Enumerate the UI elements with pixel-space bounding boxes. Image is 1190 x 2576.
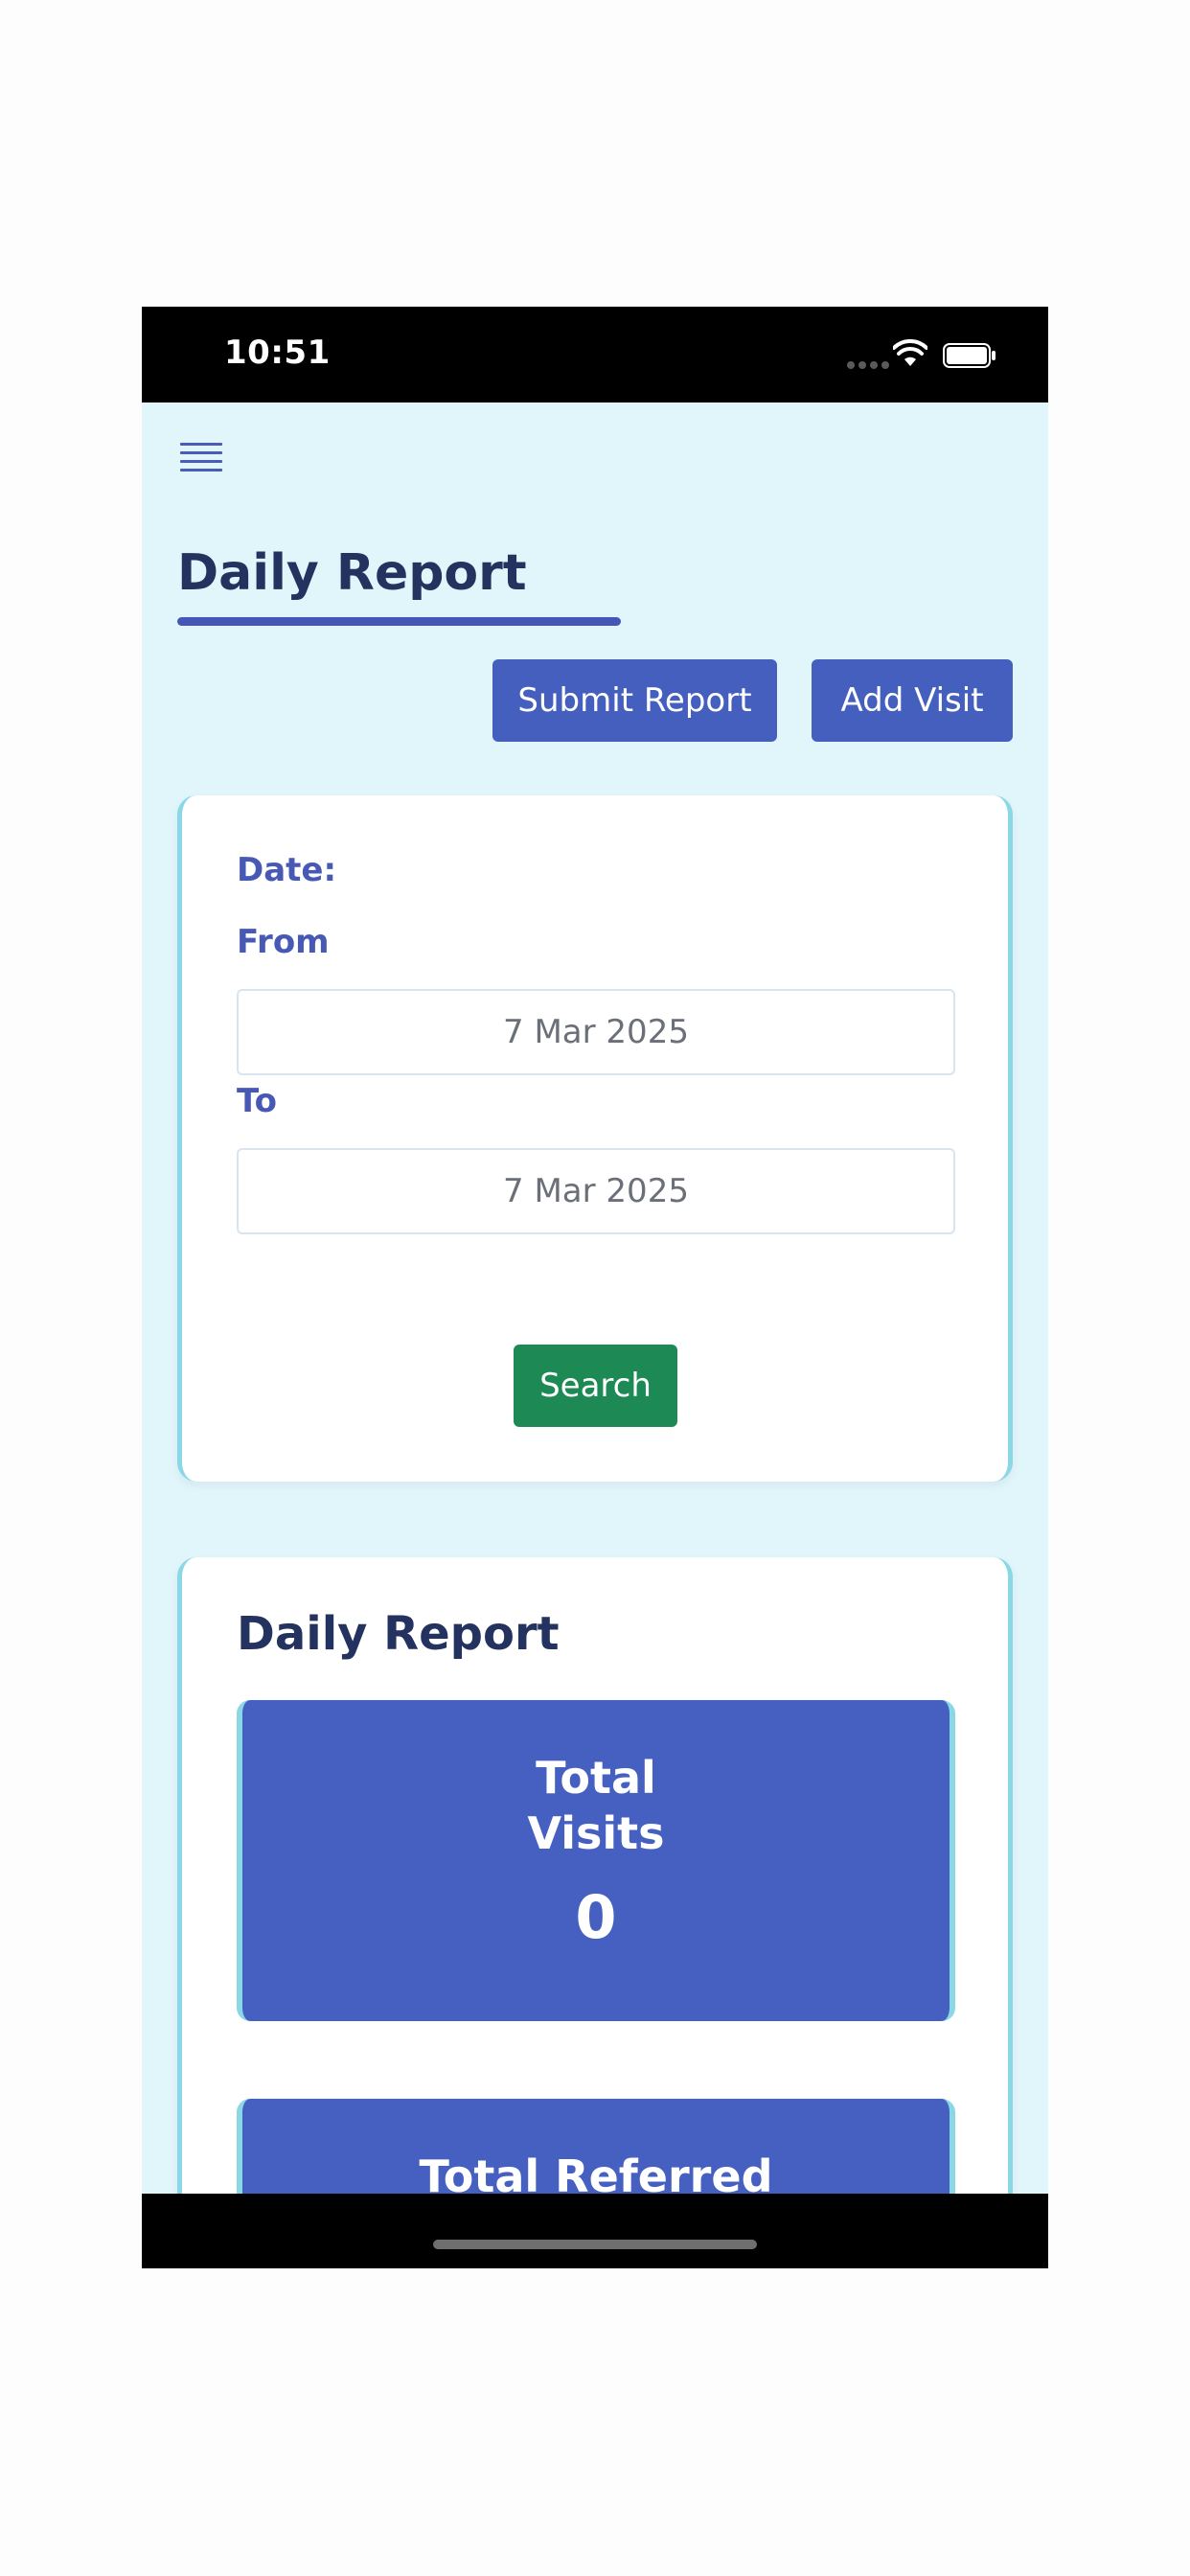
report-card-title: Daily Report	[237, 1607, 560, 1661]
status-bar: 10:51	[142, 307, 1048, 402]
add-visit-button[interactable]: Add Visit	[812, 659, 1013, 742]
title-underline	[177, 617, 621, 626]
date-label: Date:	[237, 851, 337, 889]
home-bar	[142, 2194, 1048, 2268]
status-time: 10:51	[224, 334, 331, 372]
wifi-icon	[893, 339, 927, 366]
to-date-input[interactable]	[237, 1148, 955, 1234]
signal-dots-icon	[847, 355, 893, 373]
daily-report-card: Daily Report Total Visits 0 Total Referr…	[177, 1557, 1013, 2268]
hamburger-menu-icon[interactable]	[180, 443, 222, 481]
battery-icon	[943, 343, 995, 368]
date-filter-card: Date: From To Search	[177, 795, 1013, 1482]
stat-value: 0	[575, 1882, 617, 1952]
to-label: To	[237, 1082, 278, 1120]
submit-report-button[interactable]: Submit Report	[492, 659, 777, 742]
search-button[interactable]: Search	[514, 1345, 677, 1427]
total-visits-tile: Total Visits 0	[237, 1700, 955, 2021]
page-title: Daily Report	[177, 544, 527, 602]
phone-screen: 10:51 Daily Report Submit Report Add Vis…	[142, 307, 1048, 2268]
from-label: From	[237, 923, 330, 961]
stat-label: Total Visits	[527, 1752, 665, 1859]
from-date-input[interactable]	[237, 989, 955, 1075]
home-indicator[interactable]	[433, 2240, 757, 2249]
